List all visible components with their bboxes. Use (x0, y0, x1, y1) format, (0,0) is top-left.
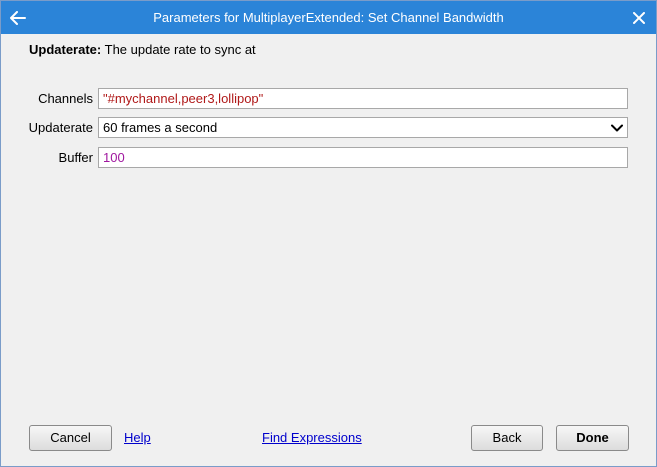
arrow-left-icon (10, 11, 26, 25)
buffer-field[interactable]: 100 (98, 147, 628, 168)
updaterate-row: Updaterate 60 frames a second (1, 117, 656, 139)
chevron-down-icon (611, 124, 623, 132)
parameter-name: Updaterate: (29, 42, 102, 57)
parameter-description-text: The update rate to sync at (101, 42, 256, 57)
close-icon (633, 12, 645, 24)
updaterate-select[interactable]: 60 frames a second (98, 117, 628, 138)
channels-row: Channels "#mychannel,peer3,lollipop" (1, 88, 656, 110)
back-arrow-button[interactable] (5, 5, 31, 31)
channels-field[interactable]: "#mychannel,peer3,lollipop" (98, 88, 628, 109)
window-title: Parameters for MultiplayerExtended: Set … (153, 10, 504, 25)
buffer-label: Buffer (58, 150, 93, 165)
parameters-dialog: Parameters for MultiplayerExtended: Set … (0, 0, 657, 467)
close-button[interactable] (626, 5, 652, 31)
channels-label: Channels (38, 91, 93, 106)
title-bar: Parameters for MultiplayerExtended: Set … (1, 1, 656, 34)
updaterate-label: Updaterate (28, 120, 93, 135)
updaterate-selected-value: 60 frames a second (103, 120, 218, 135)
parameter-description: Updaterate: The update rate to sync at (29, 42, 256, 57)
cancel-button[interactable]: Cancel (29, 425, 112, 451)
find-expressions-link[interactable]: Find Expressions (262, 425, 362, 451)
done-button[interactable]: Done (556, 425, 629, 451)
help-link[interactable]: Help (124, 425, 151, 451)
buffer-row: Buffer 100 (1, 147, 656, 169)
back-button[interactable]: Back (471, 425, 543, 451)
